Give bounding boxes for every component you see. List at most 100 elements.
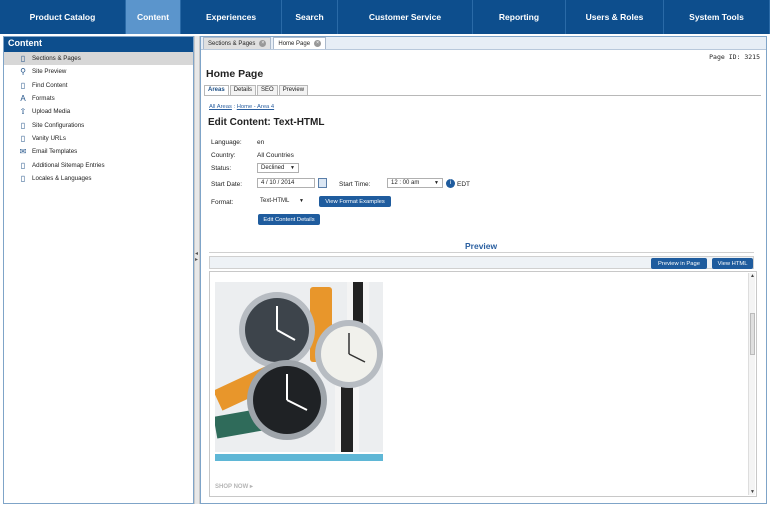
status-select-value: Declined	[261, 165, 285, 171]
close-tab-icon[interactable]: ×	[314, 40, 322, 47]
page-title: Home Page	[206, 68, 264, 80]
sidebar-item-label: Additional Sitemap Entries	[32, 161, 105, 169]
nav-item-product-catalog[interactable]: Product Catalog	[0, 0, 126, 34]
close-tab-icon[interactable]: ×	[259, 40, 267, 47]
preview-divider	[209, 252, 754, 253]
sidebar-item-label: Email Templates	[32, 148, 78, 156]
country-label: Country:	[211, 152, 236, 159]
document-icon: ▯	[20, 133, 26, 143]
format-select[interactable]: Text-HTML ▼	[257, 196, 307, 206]
open-tabs-bar: Sections & Pages × Home Page ×	[201, 37, 766, 50]
page-subtabs: Areas Details SEO Preview	[204, 85, 309, 95]
document-icon: ▯	[20, 120, 26, 130]
chevron-down-icon[interactable]: ▼	[434, 180, 439, 186]
view-format-examples-button[interactable]: View Format Examples	[319, 196, 391, 207]
edit-content-details-button[interactable]: Edit Content Details	[258, 214, 320, 225]
start-date-input[interactable]: 4 / 10 / 2014	[257, 178, 315, 188]
sidebar: Content ▯ Sections & Pages ⚲ Site Preview ▯ F…	[3, 36, 194, 504]
tab-home-page[interactable]: Home Page ×	[273, 37, 327, 49]
language-label: Language:	[211, 139, 242, 146]
sidebar-item-additional-sitemap-entries[interactable]: ▯ Additional Sitemap Entries	[4, 158, 193, 171]
sidebar-item-sections-pages[interactable]: ▯ Sections & Pages	[4, 52, 193, 66]
sidebar-item-label: Site Preview	[32, 68, 67, 76]
sidebar-item-formats[interactable]: A Formats	[4, 92, 193, 105]
document-icon: ▯	[20, 54, 26, 64]
calendar-icon[interactable]	[318, 178, 327, 188]
sidebar-list: ▯ Sections & Pages ⚲ Site Preview ▯ Find Cont…	[4, 52, 193, 185]
magnifier-icon: ⚲	[20, 67, 26, 77]
document-icon: ▯	[20, 160, 26, 170]
format-label: Format:	[211, 199, 234, 206]
scroll-up-icon[interactable]: ▲	[750, 273, 755, 279]
start-date-label: Start Date:	[211, 181, 243, 188]
subtab-details[interactable]: Details	[229, 85, 257, 95]
subtab-preview[interactable]: Preview	[278, 85, 309, 95]
product-caption-strip	[215, 454, 383, 461]
chevron-down-icon: ▼	[290, 165, 295, 171]
nav-item-customer-service[interactable]: Customer Service	[338, 0, 473, 34]
subtab-divider	[204, 95, 761, 96]
watches-image	[215, 282, 383, 452]
breadcrumb: All Areas : Home - Area 4	[209, 104, 274, 110]
sidebar-title: Content	[4, 37, 193, 52]
document-icon: ▯	[20, 173, 26, 183]
format-select-value: Text-HTML	[260, 198, 290, 204]
tab-label: Home Page	[278, 40, 311, 47]
top-navigation: Product Catalog Content Experiences Search C…	[0, 0, 770, 34]
sidebar-item-upload-media[interactable]: ⇧ Upload Media	[4, 105, 193, 118]
start-time-label: Start Time:	[339, 181, 371, 188]
breadcrumb-area[interactable]: Home - Area 4	[237, 104, 274, 110]
chevron-down-icon: ▼	[299, 198, 304, 204]
main-panel: Sections & Pages × Home Page × Page ID: 32…	[200, 36, 767, 504]
sidebar-item-email-templates[interactable]: ✉ Email Templates	[4, 145, 193, 158]
preview-heading: Preview	[465, 241, 498, 251]
tab-label: Sections & Pages	[208, 40, 256, 47]
timezone-label: EDT	[457, 181, 470, 188]
envelope-icon: ✉	[19, 147, 27, 157]
nav-item-system-tools[interactable]: System Tools	[664, 0, 770, 34]
edit-content-title: Edit Content: Text-HTML	[208, 117, 325, 128]
tab-sections-pages[interactable]: Sections & Pages ×	[203, 37, 272, 49]
sidebar-item-label: Site Configurations	[32, 121, 85, 129]
info-icon[interactable]: i	[446, 179, 455, 188]
scroll-down-icon[interactable]: ▼	[750, 489, 755, 495]
sidebar-item-find-content[interactable]: ▯ Find Content	[4, 79, 193, 92]
start-time-input[interactable]: 12 : 00 am ▼	[387, 178, 443, 188]
preview-in-page-button[interactable]: Preview in Page	[651, 258, 707, 269]
start-date-value: 4 / 10 / 2014	[261, 180, 295, 186]
nav-item-reporting[interactable]: Reporting	[473, 0, 566, 34]
page-id: Page ID: 3215	[709, 53, 760, 61]
scrollbar-thumb[interactable]	[750, 313, 755, 355]
find-document-icon: ▯	[20, 80, 26, 90]
sidebar-item-site-configurations[interactable]: ▯ Site Configurations	[4, 118, 193, 131]
upload-icon: ⇧	[19, 107, 27, 117]
product-image	[215, 282, 383, 452]
sidebar-item-vanity-urls[interactable]: ▯ Vanity URLs	[4, 132, 193, 145]
preview-scrollbar[interactable]: ▲ ▼	[748, 273, 755, 495]
sidebar-item-label: Find Content	[32, 81, 68, 89]
sidebar-item-label: Sections & Pages	[32, 55, 81, 63]
start-time-value: 12 : 00 am	[391, 180, 420, 186]
preview-toolbar: Preview in Page View HTML	[209, 256, 754, 269]
sidebar-item-site-preview[interactable]: ⚲ Site Preview	[4, 65, 193, 78]
breadcrumb-all-areas[interactable]: All Areas	[209, 104, 232, 110]
formats-icon: A	[20, 94, 26, 104]
sidebar-item-label: Formats	[32, 95, 55, 103]
nav-item-experiences[interactable]: Experiences	[181, 0, 282, 34]
sidebar-item-label: Upload Media	[32, 108, 71, 116]
view-html-button[interactable]: View HTML	[712, 258, 753, 269]
sidebar-item-locales-languages[interactable]: ▯ Locales & Languages	[4, 172, 193, 185]
subtab-areas[interactable]: Areas	[204, 85, 229, 95]
splitter-grip-icon[interactable]: ◂ ▸	[195, 251, 199, 263]
nav-item-users-roles[interactable]: Users & Roles	[566, 0, 664, 34]
shop-now-link[interactable]: SHOP NOW ▸	[215, 483, 253, 490]
country-value: All Countries	[257, 152, 294, 159]
nav-item-search[interactable]: Search	[282, 0, 338, 34]
status-select[interactable]: Declined ▼	[257, 163, 299, 173]
status-label: Status:	[211, 165, 232, 172]
sidebar-item-label: Vanity URLs	[32, 134, 66, 142]
nav-item-content[interactable]: Content	[126, 0, 181, 34]
sidebar-item-label: Locales & Languages	[32, 174, 92, 182]
subtab-seo[interactable]: SEO	[257, 85, 278, 95]
language-value: en	[257, 139, 265, 146]
